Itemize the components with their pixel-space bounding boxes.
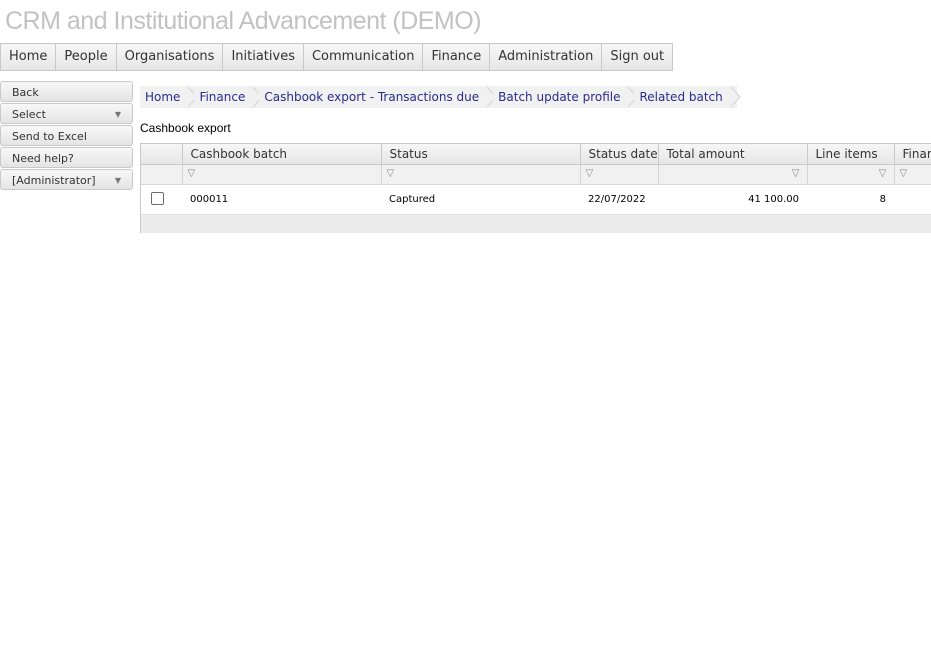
breadcrumb-home[interactable]: Home xyxy=(140,86,199,108)
filter-cell-finan[interactable]: ▽ xyxy=(894,164,931,185)
grid-footer xyxy=(141,214,931,233)
section-title: Cashbook export xyxy=(140,121,231,135)
cell-status: Captured xyxy=(389,194,436,205)
cell-cashbook-batch: 000011 xyxy=(190,194,229,205)
nav-finance[interactable]: Finance xyxy=(423,44,491,70)
back-label: Back xyxy=(12,86,39,99)
nav-home[interactable]: Home xyxy=(1,44,57,70)
nav-administration[interactable]: Administration xyxy=(490,44,603,70)
column-header-status-date[interactable]: Status date xyxy=(580,144,659,165)
chevron-down-icon: ▼ xyxy=(114,110,121,119)
breadcrumb-batch-update-profile[interactable]: Batch update profile xyxy=(493,86,639,108)
app-title: CRM and Institutional Advancement (DEMO) xyxy=(5,7,482,35)
chevron-down-icon: ▼ xyxy=(114,176,121,185)
row-checkbox[interactable] xyxy=(151,191,164,205)
column-header-cashbook-batch[interactable]: Cashbook batch xyxy=(182,144,382,165)
breadcrumb-related-batch[interactable]: Related batch xyxy=(634,86,742,108)
filter-cell-status-date[interactable]: ▽ xyxy=(580,164,659,185)
column-header-finan[interactable]: Finan xyxy=(894,144,931,165)
filter-row: ▽ ▽ ▽ ▽ ▽ ▽ xyxy=(141,164,931,185)
cell-finan xyxy=(894,185,931,215)
cell-total-amount: 41 100.00 xyxy=(748,194,799,205)
back-button[interactable]: Back xyxy=(0,81,133,102)
data-grid: Cashbook batch Status Status date Total … xyxy=(140,143,931,233)
nav-communication[interactable]: Communication xyxy=(303,44,424,70)
send-to-excel-label: Send to Excel xyxy=(12,130,87,143)
header-row: Cashbook batch Status Status date Total … xyxy=(141,144,931,165)
need-help-button[interactable]: Need help? xyxy=(0,147,133,168)
row-select-cell xyxy=(141,185,182,215)
nav-sign-out[interactable]: Sign out xyxy=(602,44,674,70)
send-to-excel-button[interactable]: Send to Excel xyxy=(0,125,133,146)
filter-icon[interactable]: ▽ xyxy=(900,168,908,179)
select-column-header xyxy=(141,144,183,165)
breadcrumb-cashbook-export[interactable]: Cashbook export - Transactions due xyxy=(259,86,497,108)
breadcrumb-finance[interactable]: Finance xyxy=(194,86,264,108)
filter-icon[interactable]: ▽ xyxy=(387,168,395,179)
filter-icon[interactable]: ▽ xyxy=(879,168,887,179)
role-dropdown[interactable]: [Administrator] ▼ xyxy=(0,169,133,190)
breadcrumb: Home Finance Cashbook export - Transacti… xyxy=(140,86,742,108)
table-row[interactable]: 000011 Captured 22/07/2022 41 100.00 8 xyxy=(141,185,931,215)
top-navigation: Home People Organisations Initiatives Co… xyxy=(0,43,674,71)
filter-icon[interactable]: ▽ xyxy=(586,168,594,179)
filter-cell-status[interactable]: ▽ xyxy=(381,164,581,185)
column-header-status[interactable]: Status xyxy=(381,144,581,165)
filter-cell-cashbook-batch[interactable]: ▽ xyxy=(182,164,382,185)
need-help-label: Need help? xyxy=(12,152,74,165)
filter-cell-select xyxy=(141,164,183,185)
nav-organisations[interactable]: Organisations xyxy=(116,44,224,70)
nav-people[interactable]: People xyxy=(56,44,117,70)
cell-line-items: 8 xyxy=(879,194,886,205)
nav-initiatives[interactable]: Initiatives xyxy=(223,44,304,70)
role-label: [Administrator] xyxy=(12,174,96,187)
column-header-total-amount[interactable]: Total amount xyxy=(658,144,808,165)
cell-status-date: 22/07/2022 xyxy=(588,194,646,205)
select-label: Select xyxy=(12,108,46,121)
filter-icon[interactable]: ▽ xyxy=(792,168,800,179)
side-actions: Back Select ▼ Send to Excel Need help? [A… xyxy=(0,81,133,191)
filter-cell-total-amount[interactable]: ▽ xyxy=(658,164,808,185)
filter-icon[interactable]: ▽ xyxy=(188,168,196,179)
select-dropdown[interactable]: Select ▼ xyxy=(0,103,133,124)
filter-cell-line-items[interactable]: ▽ xyxy=(807,164,895,185)
column-header-line-items[interactable]: Line items xyxy=(807,144,895,165)
